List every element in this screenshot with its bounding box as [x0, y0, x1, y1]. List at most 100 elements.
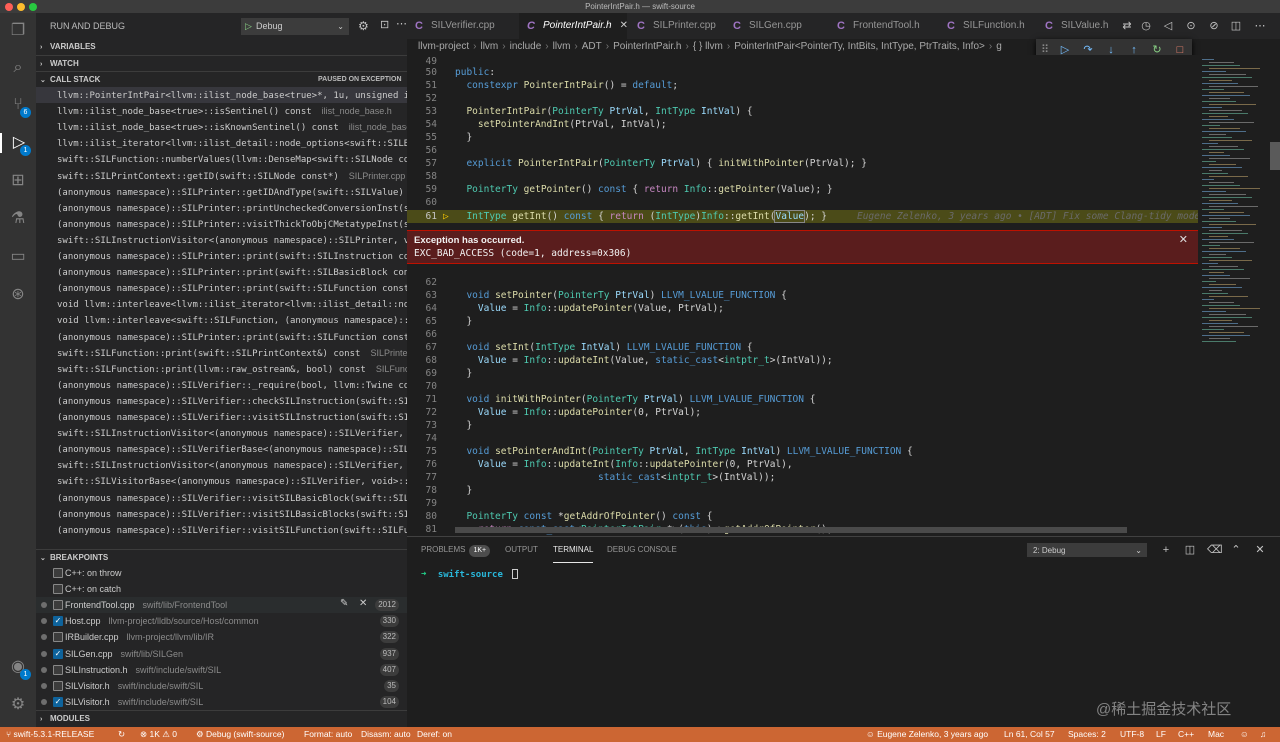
- branch-item[interactable]: ⑂ swift-5.3.1-RELEASE: [6, 727, 94, 742]
- editor-tab[interactable]: C PointerIntPair.h ✕: [519, 13, 628, 39]
- zoom-window-button[interactable]: [29, 3, 37, 11]
- extensions-icon[interactable]: ⊞: [8, 171, 28, 191]
- compare-changes-icon[interactable]: ⇄: [1120, 19, 1134, 33]
- modules-section[interactable]: › MODULES: [36, 710, 407, 726]
- account-icon[interactable]: ◉ 1: [8, 657, 31, 680]
- stack-frame[interactable]: (anonymous namespace)::SILPrinter::print…: [36, 200, 407, 216]
- close-window-button[interactable]: [5, 3, 13, 11]
- blame-item[interactable]: ☺ Eugene Zelenko, 3 years ago: [866, 727, 988, 742]
- maximize-panel-icon[interactable]: ⌃: [1229, 543, 1243, 557]
- horizontal-scrollbar[interactable]: [455, 527, 1127, 533]
- breakpoint-item[interactable]: FrontendTool.cpp swift/lib/FrontendTool 20…: [36, 597, 407, 614]
- stack-frame[interactable]: (anonymous namespace)::SILPrinter::getID…: [36, 184, 407, 200]
- stack-frame[interactable]: swift::SILFunction::print(llvm::raw_ostr…: [36, 361, 407, 377]
- open-changes-icon[interactable]: ◁: [1161, 19, 1175, 33]
- breakpoint-checkbox[interactable]: ✓: [53, 648, 63, 659]
- stack-frame[interactable]: (anonymous namespace)::SILVerifier::chec…: [36, 393, 407, 409]
- problems-item[interactable]: ⊗ 1K ⚠ 0: [140, 727, 177, 742]
- stack-frame[interactable]: swift::SILInstructionVisitor<(anonymous …: [36, 232, 407, 248]
- stack-frame[interactable]: swift::SILFunction::print(swift::SILPrin…: [36, 345, 407, 361]
- stack-frame[interactable]: llvm::ilist_node_base<true>::isKnownSent…: [36, 119, 407, 135]
- breadcrumb-item[interactable]: PointerIntPair.h: [613, 41, 681, 52]
- breadcrumb-item[interactable]: llvm: [553, 41, 571, 52]
- close-exception-icon[interactable]: ✕: [1179, 233, 1188, 246]
- watch-section[interactable]: › WATCH: [36, 55, 407, 71]
- settings-gear-icon[interactable]: ⚙: [8, 695, 28, 715]
- breakpoint-item[interactable]: ✓ SILGen.cpp swift/lib/SILGen 937: [36, 646, 407, 662]
- breakpoint-item[interactable]: SILVisitor.h swift/include/swift/SIL 35: [36, 678, 407, 694]
- breadcrumb-item[interactable]: PointerIntPair<PointerTy, IntBits, IntTy…: [734, 41, 985, 52]
- stack-frame[interactable]: (anonymous namespace)::SILVerifier::_req…: [36, 377, 407, 393]
- editor-tab[interactable]: C SILGen.cpp: [725, 13, 827, 39]
- editor-tab[interactable]: C SILFunction.h: [939, 13, 1035, 39]
- breadcrumb-item[interactable]: { } llvm: [693, 41, 723, 52]
- cursor-position[interactable]: Ln 61, Col 57: [1004, 727, 1055, 742]
- stack-frame[interactable]: (anonymous namespace)::SILPrinter::visit…: [36, 216, 407, 232]
- toggle-inline-icon[interactable]: ⊘: [1207, 19, 1221, 33]
- go-back-icon[interactable]: ◷: [1139, 19, 1153, 33]
- breadcrumb-item[interactable]: g: [996, 41, 1002, 52]
- eol[interactable]: LF: [1156, 727, 1166, 742]
- breakpoints-section[interactable]: ⌄ BREAKPOINTS: [36, 549, 407, 565]
- breadcrumb-item[interactable]: llvm: [480, 41, 498, 52]
- notifications-icon[interactable]: ♫: [1260, 727, 1266, 742]
- run-debug-icon[interactable]: ▷ 1: [0, 133, 36, 156]
- stack-frame[interactable]: swift::SILVisitorBase<(anonymous namespa…: [36, 473, 407, 489]
- more-actions-icon[interactable]: ⋯: [396, 17, 407, 30]
- remove-breakpoint-icon[interactable]: ✕: [359, 598, 367, 609]
- minimap[interactable]: [1198, 55, 1280, 536]
- breakpoint-checkbox[interactable]: ✓: [53, 616, 63, 627]
- stack-frame[interactable]: (anonymous namespace)::SILPrinter::print…: [36, 248, 407, 264]
- remote-explorer-icon[interactable]: ▭: [8, 247, 28, 267]
- testing-icon[interactable]: ⚗: [8, 209, 28, 229]
- editor-scrollbar[interactable]: [1270, 142, 1280, 170]
- breakpoint-checkbox[interactable]: [53, 568, 63, 578]
- breakpoint-item[interactable]: SILInstruction.h swift/include/swift/SIL 4…: [36, 662, 407, 678]
- tab-debug-console[interactable]: DEBUG CONSOLE: [607, 537, 677, 563]
- feedback-icon[interactable]: ☺: [1240, 727, 1249, 742]
- editor-tab[interactable]: C SILVerifier.cpp: [407, 13, 517, 39]
- stack-frame[interactable]: (anonymous namespace)::SILVerifier::visi…: [36, 490, 407, 506]
- close-tab-icon[interactable]: ✕: [620, 20, 628, 31]
- minimize-window-button[interactable]: [17, 3, 25, 11]
- stack-frame[interactable]: (anonymous namespace)::SILVerifier::visi…: [36, 409, 407, 425]
- explorer-icon[interactable]: ❐: [8, 21, 28, 41]
- stack-frame[interactable]: swift::SILInstructionVisitor<(anonymous …: [36, 425, 407, 441]
- search-icon[interactable]: ⌕: [8, 58, 28, 78]
- platform[interactable]: Mac: [1208, 727, 1224, 742]
- stack-frame[interactable]: (anonymous namespace)::SILPrinter::print…: [36, 329, 407, 345]
- tab-output[interactable]: OUTPUT: [505, 537, 538, 563]
- breadcrumb-item[interactable]: llvm-project: [418, 41, 469, 52]
- stack-frame[interactable]: llvm::ilist_iterator<llvm::ilist_detail:…: [36, 135, 407, 151]
- breakpoint-checkbox[interactable]: [53, 632, 63, 643]
- stack-frame[interactable]: void llvm::interleave<swift::SILFunction…: [36, 312, 407, 328]
- breakpoint-item[interactable]: ✓ SILVisitor.h swift/include/swift/SIL 104: [36, 694, 407, 710]
- breakpoint-checkbox[interactable]: [53, 680, 63, 691]
- breakpoint-item[interactable]: ✓ Host.cpp llvm-project/lldb/source/Host/c…: [36, 613, 407, 629]
- stack-frame[interactable]: swift::SILPrintContext::getID(swift::SIL…: [36, 168, 407, 184]
- code-editor[interactable]: 49 50 public: 51 constexpr PointerIntPair…: [407, 55, 1198, 536]
- more-editor-actions-icon[interactable]: ⋯: [1253, 19, 1267, 33]
- stack-frame[interactable]: (anonymous namespace)::SILVerifierBase<(…: [36, 441, 407, 457]
- debug-item[interactable]: ⚙ Debug (swift-source): [196, 727, 284, 742]
- editor-tab[interactable]: C FrontendTool.h: [829, 13, 937, 39]
- stack-frame[interactable]: void llvm::interleave<llvm::ilist_iterat…: [36, 296, 407, 312]
- stack-frame[interactable]: (anonymous namespace)::SILPrinter::print…: [36, 280, 407, 296]
- breakpoint-item[interactable]: IRBuilder.cpp llvm-project/llvm/lib/IR 322: [36, 629, 407, 645]
- stack-frame[interactable]: swift::SILInstructionVisitor<(anonymous …: [36, 457, 407, 473]
- deref-item[interactable]: Deref: on: [417, 727, 452, 742]
- breakpoint-checkbox[interactable]: [53, 600, 63, 611]
- variables-section[interactable]: › VARIABLES: [36, 39, 407, 55]
- stack-frame[interactable]: (anonymous namespace)::SILVerifier::visi…: [36, 506, 407, 522]
- edit-breakpoint-icon[interactable]: ✎: [340, 598, 348, 609]
- sync-icon[interactable]: ↻: [118, 727, 125, 742]
- terminal-select[interactable]: 2: Debug ⌄: [1027, 543, 1147, 557]
- editor-tab[interactable]: C SILPrinter.cpp: [629, 13, 723, 39]
- stack-frame[interactable]: llvm::PointerIntPair<llvm::ilist_node_ba…: [36, 87, 407, 103]
- stack-frame[interactable]: llvm::ilist_node_base<true>::isSentinel(…: [36, 103, 407, 119]
- breadcrumb-item[interactable]: ADT: [582, 41, 602, 52]
- breakpoint-item[interactable]: C++: on throw: [36, 565, 407, 581]
- source-control-icon[interactable]: ⑂ 6: [8, 95, 31, 118]
- stack-frame[interactable]: swift::SILFunction::numberValues(llvm::D…: [36, 151, 407, 167]
- breakpoint-checkbox[interactable]: [53, 664, 63, 675]
